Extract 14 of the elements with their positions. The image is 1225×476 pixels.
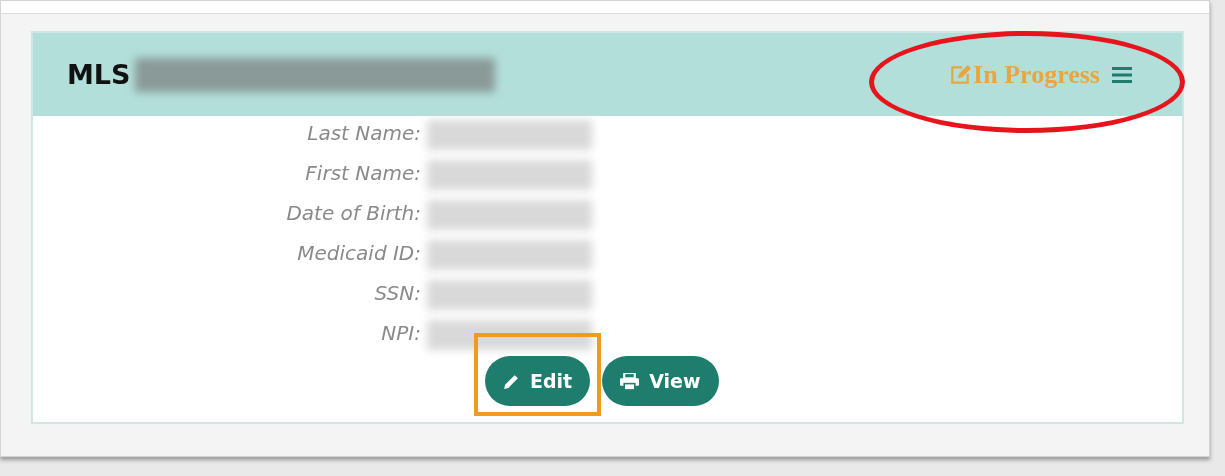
printer-icon bbox=[620, 372, 640, 390]
field-label: NPI: bbox=[380, 320, 421, 347]
edit-icon bbox=[949, 63, 972, 86]
field-label: Date of Birth: bbox=[285, 200, 421, 227]
card-title: MLS bbox=[67, 59, 131, 90]
pencil-icon bbox=[503, 372, 520, 390]
field-label: First Name: bbox=[304, 160, 421, 187]
edit-button[interactable]: Edit bbox=[485, 356, 591, 406]
field-label: Medicaid ID: bbox=[296, 240, 421, 267]
view-button[interactable]: View bbox=[602, 356, 719, 406]
status-label: In Progress bbox=[949, 59, 1100, 90]
field-label: Last Name: bbox=[306, 120, 421, 147]
field-label: SSN: bbox=[373, 280, 421, 307]
menu-icon[interactable] bbox=[1112, 65, 1132, 84]
